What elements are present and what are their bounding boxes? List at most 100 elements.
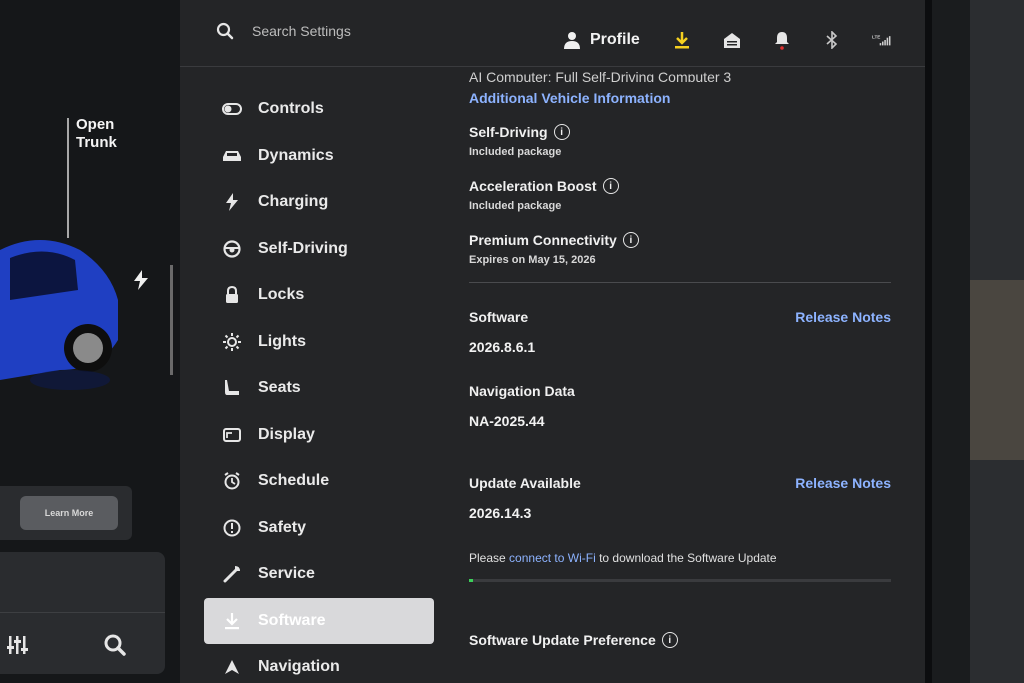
- sun-icon: [220, 332, 244, 352]
- svg-text:LTE: LTE: [872, 34, 880, 39]
- premium-title: Premium Connectivity: [469, 232, 617, 248]
- car-icon: [220, 146, 244, 166]
- nav-label: Service: [258, 565, 315, 583]
- additional-info-link[interactable]: Additional Vehicle Information: [469, 90, 891, 106]
- release-notes-link[interactable]: Release Notes: [795, 475, 891, 491]
- search-icon: [216, 22, 234, 40]
- nav-data-label: Navigation Data: [469, 383, 575, 399]
- nav-label: Display: [258, 425, 315, 443]
- computer-heading: AI Computer: Full Self-Driving Computer …: [469, 72, 732, 82]
- nav-item-safety[interactable]: Safety: [204, 505, 434, 552]
- info-icon[interactable]: i: [622, 232, 639, 248]
- nav-item-navigation[interactable]: Navigation: [204, 644, 434, 683]
- seat-icon: [220, 378, 244, 398]
- software-content: AI Computer: Full Self-Driving Computer …: [469, 66, 891, 648]
- lte-signal-icon: LTE: [872, 30, 892, 50]
- nav-item-lights[interactable]: Lights: [204, 319, 434, 366]
- wrench-icon: [220, 564, 244, 584]
- info-icon[interactable]: i: [553, 124, 570, 140]
- nav-label: Dynamics: [258, 146, 334, 164]
- bluetooth-icon[interactable]: [822, 30, 842, 50]
- nav-item-service[interactable]: Service: [204, 551, 434, 598]
- bolt-icon: [220, 192, 244, 212]
- software-row: Software Release Notes: [469, 309, 891, 325]
- navigation-icon: [220, 657, 244, 677]
- promo-card: Learn More: [0, 486, 132, 540]
- nav-label: Charging: [258, 193, 329, 211]
- nav-label: Safety: [258, 518, 307, 536]
- right-bezel: [932, 0, 1024, 683]
- update-message: Please connect to Wi-Fi to download the …: [469, 551, 891, 565]
- software-version: 2026.8.6.1: [469, 339, 536, 355]
- software-download-icon[interactable]: [672, 30, 692, 50]
- toggle-icon: [220, 99, 244, 119]
- nav-label: Schedule: [258, 472, 330, 490]
- alarm-icon: [220, 471, 244, 491]
- premium-sub: Expires on May 15, 2026: [469, 254, 596, 266]
- info-icon[interactable]: i: [602, 178, 619, 194]
- message-text: to download the Software Update: [599, 551, 777, 565]
- quick-controls-panel: [0, 552, 165, 674]
- settings-nav: Controls Dynamics Charging Self-Driving …: [204, 86, 434, 683]
- profile-button[interactable]: Profile: [564, 31, 640, 49]
- nav-item-controls[interactable]: Controls: [204, 86, 434, 133]
- nav-item-display[interactable]: Display: [204, 412, 434, 459]
- profile-label: Profile: [590, 31, 640, 48]
- update-version: 2026.14.3: [469, 505, 532, 521]
- update-label: Update Available: [469, 475, 581, 491]
- nav-label: Navigation: [258, 658, 340, 676]
- self-driving-title: Self-Driving: [469, 124, 548, 140]
- top-bar: Search Settings Profile LTE: [180, 0, 925, 67]
- update-row: Update Available Release Notes: [469, 475, 891, 491]
- equalizer-icon[interactable]: [6, 634, 30, 656]
- premium-row: Premium Connectivity i Expires on May 15,…: [469, 232, 891, 266]
- message-text: Please: [469, 551, 506, 565]
- person-icon: [564, 32, 580, 49]
- search-icon[interactable]: [104, 634, 126, 656]
- homelink-icon[interactable]: [722, 30, 742, 50]
- nav-item-locks[interactable]: Locks: [204, 272, 434, 319]
- nav-label: Seats: [258, 379, 301, 397]
- learn-more-button[interactable]: Learn More: [20, 496, 118, 530]
- alert-circle-icon: [220, 518, 244, 538]
- software-label: Software: [469, 309, 529, 325]
- search-settings[interactable]: Search Settings: [216, 22, 351, 40]
- car-illustration: [0, 240, 118, 390]
- trunk-indicator-line: [67, 118, 69, 238]
- background-panel: [970, 280, 1024, 460]
- panel-scrollbar[interactable]: [170, 265, 173, 375]
- accel-row: Acceleration Boost i Included package: [469, 178, 891, 212]
- notification-bell-icon[interactable]: [772, 30, 792, 50]
- nav-item-software[interactable]: Software: [204, 597, 434, 644]
- nav-label: Self-Driving: [258, 239, 348, 257]
- nav-label: Controls: [258, 100, 324, 118]
- nav-item-dynamics[interactable]: Dynamics: [204, 133, 434, 180]
- search-input[interactable]: Search Settings: [252, 23, 351, 39]
- accel-title: Acceleration Boost: [469, 178, 597, 194]
- settings-screen: Search Settings Profile LTE Controls Dyn…: [180, 0, 925, 683]
- nav-item-seats[interactable]: Seats: [204, 365, 434, 412]
- accel-sub: Included package: [469, 200, 562, 212]
- connect-wifi-link[interactable]: connect to Wi-Fi: [509, 551, 596, 565]
- update-preference-row[interactable]: Software Update Preference i: [469, 632, 891, 648]
- download-progress-bar: [469, 579, 891, 582]
- nav-item-schedule[interactable]: Schedule: [204, 458, 434, 505]
- lock-icon: [220, 285, 244, 305]
- charge-port-icon[interactable]: [134, 270, 148, 290]
- section-divider: [469, 282, 891, 283]
- self-driving-sub: Included package: [469, 146, 562, 158]
- pref-label: Software Update Preference: [469, 632, 656, 648]
- release-notes-link[interactable]: Release Notes: [795, 309, 891, 325]
- info-icon[interactable]: i: [661, 632, 678, 648]
- nav-label: Locks: [258, 286, 305, 304]
- steering-wheel-icon: [220, 239, 244, 259]
- nav-item-charging[interactable]: Charging: [204, 179, 434, 226]
- panel-divider: [0, 612, 165, 613]
- vehicle-panel: Open Trunk Learn More: [0, 0, 180, 683]
- open-trunk-label-2: Trunk: [76, 134, 117, 151]
- nav-item-self-driving[interactable]: Self-Driving: [204, 226, 434, 273]
- open-trunk-button[interactable]: Open Trunk: [76, 116, 117, 152]
- open-trunk-label-1: Open: [76, 116, 115, 133]
- download-icon: [220, 611, 244, 631]
- status-icons: Profile LTE: [564, 30, 922, 50]
